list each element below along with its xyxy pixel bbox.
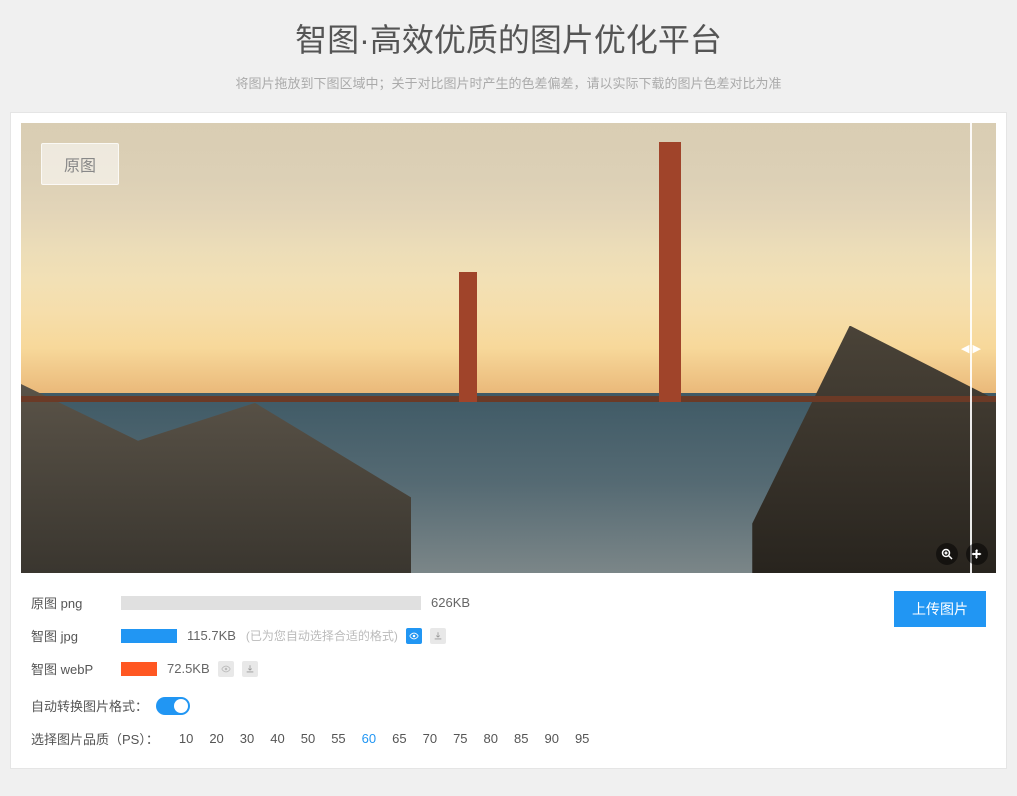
result-size: 72.5KB [167, 661, 210, 676]
toggle-label: 自动转换图片格式： [31, 696, 148, 715]
main-panel: 原图 ◀ ▶ 上传图片 原图 png 626KB 智图 jpg 115. [10, 112, 1007, 769]
decorative-bridge-tower [461, 272, 475, 402]
quality-option-65[interactable]: 65 [386, 729, 412, 748]
chevron-right-icon: ▶ [973, 342, 981, 355]
page-subtitle: 将图片拖放到下图区域中；关于对比图片时产生的色差偏差，请以实际下载的图片色差对比… [0, 73, 1017, 92]
quality-label: 选择图片品质（PS）： [31, 729, 159, 748]
quality-option-90[interactable]: 90 [538, 729, 564, 748]
size-bar-webp [121, 662, 157, 676]
quality-option-60[interactable]: 60 [356, 729, 382, 748]
quality-option-40[interactable]: 40 [264, 729, 290, 748]
decorative-mountain [752, 326, 996, 574]
quality-option-10[interactable]: 10 [173, 729, 199, 748]
quality-option-80[interactable]: 80 [478, 729, 504, 748]
auto-convert-row: 自动转换图片格式： [31, 696, 986, 715]
result-size: 115.7KB [187, 628, 236, 643]
compare-slider[interactable]: ◀ ▶ [970, 123, 972, 573]
result-row-original: 原图 png 626KB [31, 593, 986, 612]
result-label: 智图 webP [31, 659, 121, 678]
preview-icon[interactable] [406, 628, 422, 644]
download-icon[interactable] [430, 628, 446, 644]
quality-option-20[interactable]: 20 [203, 729, 229, 748]
quality-option-55[interactable]: 55 [325, 729, 351, 748]
decorative-bridge-deck [21, 396, 996, 402]
result-label: 智图 jpg [31, 626, 121, 645]
size-bar-original [121, 596, 421, 610]
quality-option-95[interactable]: 95 [569, 729, 595, 748]
quality-option-30[interactable]: 30 [234, 729, 260, 748]
upload-button[interactable]: 上传图片 [894, 591, 986, 627]
results-section: 上传图片 原图 png 626KB 智图 jpg 115.7KB (已为您自动选… [21, 573, 996, 758]
download-icon[interactable] [242, 661, 258, 677]
size-bar-zhitu [121, 629, 177, 643]
auto-convert-toggle[interactable] [156, 697, 190, 715]
result-row-webp: 智图 webP 72.5KB [31, 659, 986, 678]
quality-option-70[interactable]: 70 [417, 729, 443, 748]
chevron-left-icon: ◀ [961, 342, 969, 355]
zoom-in-icon[interactable] [936, 543, 958, 565]
quality-option-75[interactable]: 75 [447, 729, 473, 748]
result-label: 原图 png [31, 593, 121, 612]
quality-option-50[interactable]: 50 [295, 729, 321, 748]
image-compare-area[interactable]: 原图 ◀ ▶ [21, 123, 996, 573]
result-size: 626KB [431, 595, 470, 610]
compare-slider-handle[interactable]: ◀ ▶ [961, 338, 981, 358]
quality-option-85[interactable]: 85 [508, 729, 534, 748]
decorative-bridge-tower [661, 142, 679, 402]
original-image-badge: 原图 [41, 143, 119, 185]
result-row-zhitu: 智图 jpg 115.7KB (已为您自动选择合适的格式) [31, 626, 986, 645]
preview-icon[interactable] [218, 661, 234, 677]
quality-row: 选择图片品质（PS）： 1020 3040 5055 6065 7075 808590 95 [31, 729, 986, 748]
result-hint: (已为您自动选择合适的格式) [246, 627, 398, 644]
page-title: 智图·高效优质的图片优化平台 [0, 15, 1017, 61]
hand-drag-icon[interactable] [966, 543, 988, 565]
